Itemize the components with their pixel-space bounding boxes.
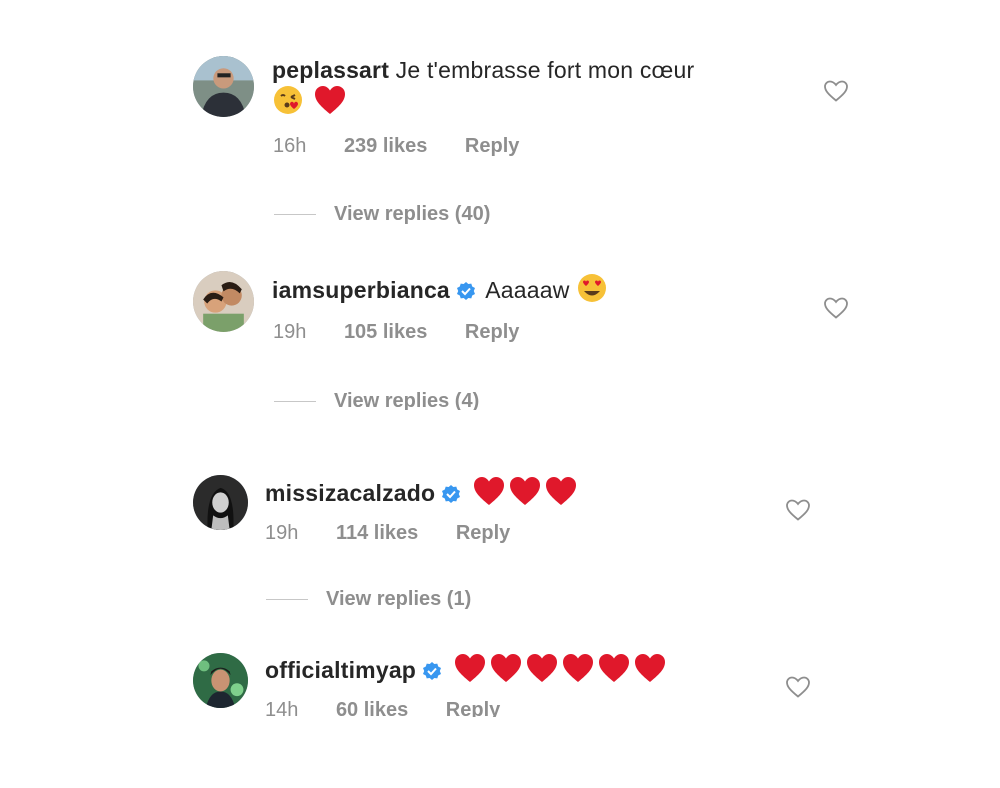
avatar[interactable] [193, 56, 254, 117]
screenshot-bottom-crop [0, 717, 1000, 788]
replies-divider [266, 599, 308, 601]
comment-body: officialtimyap [265, 652, 669, 691]
verified-badge-icon [456, 278, 476, 308]
like-count[interactable]: 105 likes [344, 321, 427, 343]
verified-badge-icon [441, 481, 461, 511]
comment-meta: 19h 105 likes Reply [273, 321, 551, 344]
replies-divider [274, 401, 316, 403]
username[interactable]: iamsuperbianca [272, 277, 450, 303]
comment-meta: 19h 114 likes Reply [265, 522, 542, 545]
red-heart-icon [561, 652, 595, 691]
comments-panel: peplassart Je t'embrasse fort mon cœur 1… [0, 0, 1000, 788]
red-heart-icon [472, 475, 506, 514]
red-heart-icon [544, 475, 578, 514]
reply-button[interactable]: Reply [456, 522, 510, 544]
view-replies-label: View replies (1) [326, 588, 472, 610]
red-heart-icon [489, 652, 523, 691]
view-replies-label: View replies (40) [334, 203, 491, 225]
like-heart-icon[interactable] [823, 79, 849, 103]
comment-text: Aaaaaw [485, 277, 570, 303]
like-count[interactable]: 114 likes [336, 522, 418, 544]
like-heart-icon[interactable] [823, 296, 849, 320]
view-replies-label: View replies (4) [334, 390, 480, 412]
view-replies-button[interactable]: View replies (40) [274, 203, 490, 226]
comment-body: peplassart Je t'embrasse fort mon cœur [272, 55, 694, 85]
comment-meta: 16h 239 likes Reply [273, 135, 551, 158]
reply-button[interactable]: Reply [465, 321, 519, 343]
comment-body: iamsuperbianca Aaaaaw [272, 272, 610, 311]
heart-eyes-face-icon [576, 272, 608, 311]
like-heart-icon[interactable] [785, 498, 811, 522]
avatar[interactable] [193, 475, 248, 530]
timestamp: 16h [273, 135, 307, 157]
verified-badge-icon [422, 658, 442, 688]
screenshot-crop-divider [0, 410, 1000, 434]
red-heart-icon [508, 475, 542, 514]
username[interactable]: officialtimyap [265, 657, 416, 683]
avatar[interactable] [193, 653, 248, 708]
timestamp: 19h [265, 522, 299, 544]
like-heart-icon[interactable] [785, 675, 811, 699]
username[interactable]: missizacalzado [265, 480, 435, 506]
view-replies-button[interactable]: View replies (1) [266, 588, 471, 611]
red-heart-icon [525, 652, 559, 691]
kiss-face-icon [272, 84, 304, 123]
username[interactable]: peplassart [272, 57, 389, 83]
like-count[interactable]: 239 likes [344, 135, 427, 157]
red-heart-icon [313, 84, 347, 123]
avatar[interactable] [193, 271, 254, 332]
red-heart-icon [633, 652, 667, 691]
emoji-row [272, 84, 349, 123]
red-heart-icon [453, 652, 487, 691]
reply-button[interactable]: Reply [465, 135, 519, 157]
comment-text: Je t'embrasse fort mon cœur [395, 57, 695, 83]
timestamp: 19h [273, 321, 307, 343]
comment-body: missizacalzado [265, 475, 580, 514]
replies-divider [274, 214, 316, 216]
red-heart-icon [597, 652, 631, 691]
